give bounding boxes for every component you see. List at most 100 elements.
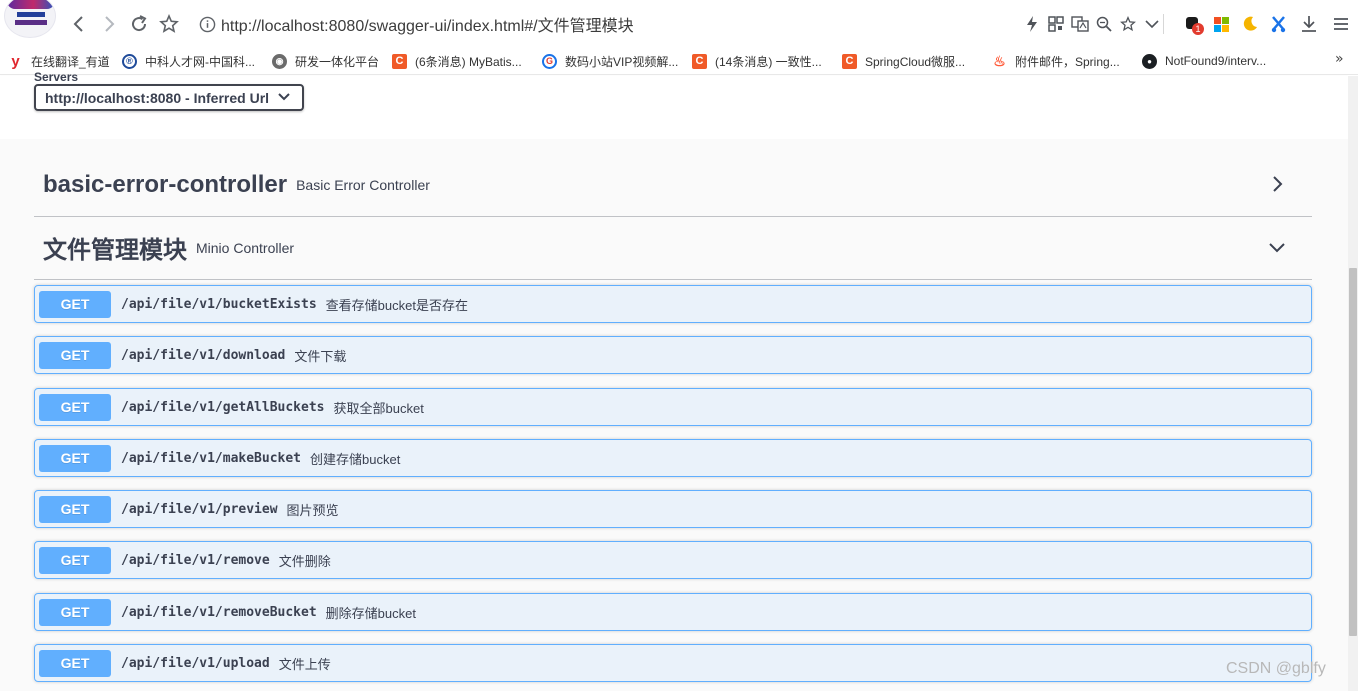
operation-get-makeBucket[interactable]: GET /api/file/v1/makeBucket 创建存储bucket [34, 439, 1312, 477]
tag-description: Basic Error Controller [296, 176, 430, 193]
star-icon [159, 14, 179, 33]
bookmark-item[interactable]: ® 中科人才网-中国科... [122, 51, 255, 71]
back-button[interactable] [67, 12, 91, 36]
method-badge-get: GET [39, 444, 111, 472]
operation-summary: 文件上传 [278, 656, 331, 672]
bookmark-label: (6条消息) MyBatis... [415, 54, 522, 69]
translate-icon[interactable] [1069, 13, 1091, 35]
url-text: http://localhost:8080/swagger-ui/index.h… [221, 18, 634, 35]
method-badge-get: GET [39, 649, 111, 677]
bookmark-label: 数码小站VIP视频解... [565, 54, 679, 69]
bookmark-label: 在线翻译_有道 [31, 54, 110, 69]
method-badge-get: GET [39, 341, 111, 369]
operation-get-preview[interactable]: GET /api/file/v1/preview 图片预览 [34, 490, 1312, 528]
lightning-icon[interactable] [1021, 13, 1043, 35]
reload-button[interactable] [127, 12, 151, 36]
bookmark-label: 中科人才网-中国科... [145, 54, 255, 69]
toolbar-divider [1163, 14, 1164, 34]
operation-path: /api/file/v1/upload [121, 655, 270, 671]
bookmark-label: SpringCloud微服... [865, 54, 966, 69]
chevron-down-icon [1269, 243, 1285, 253]
zkrc-icon: ® [122, 53, 137, 69]
operation-path: /api/file/v1/getAllBuckets [121, 399, 325, 415]
bookmark-item[interactable]: ◉ 研发一体化平台 [272, 51, 379, 71]
operation-get-remove[interactable]: GET /api/file/v1/remove 文件删除 [34, 541, 1312, 579]
servers-section: Servers http://localhost:8080 - Inferred… [0, 70, 1348, 139]
bookmark-item[interactable]: ♨ 附件邮件，Spring... [992, 51, 1120, 71]
youdao-icon: y [11, 52, 20, 70]
operation-path: /api/file/v1/removeBucket [121, 604, 317, 620]
operation-summary: 创建存储bucket [310, 451, 401, 467]
servers-label: Servers [34, 70, 79, 84]
operation-get-getAllBuckets[interactable]: GET /api/file/v1/getAllBuckets 获取全部bucke… [34, 388, 1312, 426]
method-badge-get: GET [39, 495, 111, 523]
method-badge-get: GET [39, 546, 111, 574]
bookmark-item[interactable]: y 在线翻译_有道 [8, 51, 110, 71]
scissors-icon[interactable] [1268, 13, 1290, 35]
avatar-line [15, 20, 47, 25]
dark-mode-moon-icon[interactable] [1239, 13, 1261, 35]
page-scrollbar-thumb[interactable] [1349, 268, 1357, 636]
site-info-icon[interactable] [196, 13, 218, 35]
bookmarks-bar: y 在线翻译_有道 ® 中科人才网-中国科... ◉ 研发一体化平台 C (6条… [0, 47, 1358, 75]
qr-code-icon[interactable] [1045, 13, 1067, 35]
watermark: CSDN @gblfy [1226, 660, 1326, 677]
operation-summary: 查看存储bucket是否存在 [325, 297, 468, 313]
globe-icon: ◉ [272, 53, 287, 69]
github-icon: ● [1142, 53, 1157, 69]
method-badge-get: GET [39, 598, 111, 626]
csdn-icon: C [842, 53, 857, 69]
operation-path: /api/file/v1/makeBucket [121, 450, 302, 466]
download-icon[interactable] [1298, 13, 1320, 35]
operation-path: /api/file/v1/bucketExists [121, 296, 317, 312]
bookmark-label: 附件邮件，Spring... [1015, 54, 1120, 69]
bookmark-label: (14条消息) 一致性... [715, 54, 822, 69]
bookmark-item[interactable]: C (6条消息) MyBatis... [392, 51, 522, 71]
tag-name: 文件管理模块 [43, 237, 187, 264]
favorite-star-icon[interactable] [1117, 13, 1139, 35]
csdn-icon: C [392, 53, 407, 69]
csdn-icon: C [692, 53, 707, 69]
operation-summary: 文件删除 [278, 553, 331, 569]
bookmarks-overflow-icon[interactable]: » [1335, 51, 1344, 67]
reload-icon [132, 15, 147, 32]
operation-summary: 获取全部bucket [333, 400, 424, 416]
flame-icon: ♨ [993, 52, 1006, 69]
operation-summary: 删除存储bucket [325, 605, 416, 621]
swirl-icon: G [542, 53, 557, 69]
operation-get-bucketExists[interactable]: GET /api/file/v1/bucketExists 查看存储bucket… [34, 285, 1312, 323]
tag-name: basic-error-controller [43, 170, 288, 198]
avatar-banner [7, 0, 55, 9]
extension-notify-icon[interactable]: 1 [1182, 13, 1204, 35]
tag-file-management[interactable]: 文件管理模块 Minio Controller [34, 216, 1312, 280]
apps-grid-icon[interactable] [1210, 13, 1232, 35]
notification-badge: 1 [1192, 23, 1204, 35]
address-bar[interactable]: http://localhost:8080/swagger-ui/index.h… [196, 10, 1016, 38]
tag-basic-error-controller[interactable]: basic-error-controller Basic Error Contr… [34, 153, 1312, 217]
operation-path: /api/file/v1/remove [121, 552, 270, 568]
browser-toolbar: http://localhost:8080/swagger-ui/index.h… [0, 0, 1358, 47]
menu-icon[interactable] [1330, 13, 1352, 35]
operation-path: /api/file/v1/preview [121, 501, 278, 517]
bookmark-label: NotFound9/interv... [1165, 54, 1267, 68]
bookmark-item[interactable]: ● NotFound9/interv... [1142, 51, 1266, 71]
server-select[interactable]: http://localhost:8080 - Inferred Url [34, 84, 304, 111]
forward-button[interactable] [97, 12, 121, 36]
operation-summary: 图片预览 [286, 502, 339, 518]
chevron-right-icon [1273, 176, 1283, 192]
server-select-value: http://localhost:8080 - Inferred Url [45, 89, 270, 106]
operation-get-removeBucket[interactable]: GET /api/file/v1/removeBucket 删除存储bucket [34, 593, 1312, 631]
bookmark-star-button[interactable] [157, 12, 181, 36]
zoom-icon[interactable] [1093, 13, 1115, 35]
profile-avatar[interactable] [4, 0, 56, 38]
chevron-down-icon[interactable] [1141, 13, 1163, 35]
operation-summary: 文件下载 [294, 348, 347, 364]
bookmark-item[interactable]: G 数码小站VIP视频解... [542, 51, 678, 71]
back-arrow-icon [73, 16, 83, 32]
avatar-line [17, 12, 45, 17]
method-badge-get: GET [39, 290, 111, 318]
bookmark-item[interactable]: C (14条消息) 一致性... [692, 51, 822, 71]
operation-get-upload[interactable]: GET /api/file/v1/upload 文件上传 [34, 644, 1312, 682]
operation-get-download[interactable]: GET /api/file/v1/download 文件下载 [34, 336, 1312, 374]
bookmark-item[interactable]: C SpringCloud微服... [842, 51, 965, 71]
